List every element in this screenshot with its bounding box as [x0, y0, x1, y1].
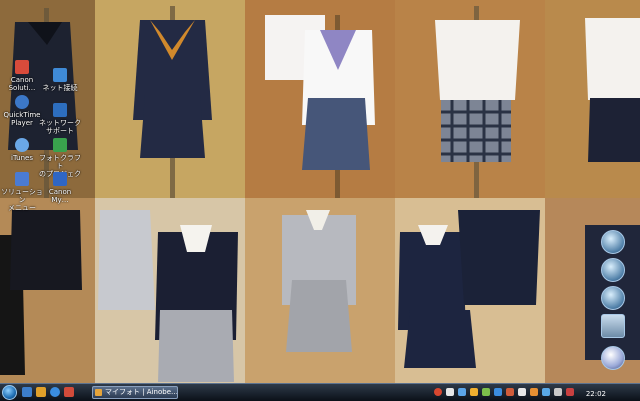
- tray-app-icon[interactable]: [482, 388, 490, 396]
- tray-network-icon[interactable]: [494, 388, 502, 396]
- taskbar: マイフォト | Ainobe… 22:02: [0, 383, 640, 401]
- tray-volume-icon[interactable]: [554, 388, 562, 396]
- tray-alert-icon[interactable]: [434, 388, 442, 396]
- quick-launch-icon[interactable]: [64, 387, 74, 397]
- start-button[interactable]: [2, 385, 17, 400]
- internet-explorer-icon[interactable]: [50, 387, 60, 397]
- canon-my-glyph-icon: [53, 172, 67, 186]
- task-label: マイフォト | Ainobe…: [105, 388, 178, 396]
- photo-glyph-icon: [53, 138, 67, 152]
- taskbar-clock[interactable]: 22:02: [586, 388, 606, 401]
- tray-folder-icon[interactable]: [470, 388, 478, 396]
- tray-security-icon[interactable]: [506, 388, 514, 396]
- desktop-icon-area: Canon Soluti… QuickTime Player iTunes ソリ…: [0, 0, 100, 220]
- tray-update-icon[interactable]: [530, 388, 538, 396]
- icon-label: Canon My…: [48, 188, 72, 204]
- gadget-photo-icon[interactable]: [601, 230, 625, 254]
- network-support-glyph-icon: [53, 103, 67, 117]
- folder-icon: [95, 389, 102, 396]
- network-icon[interactable]: ネット接続: [38, 68, 82, 92]
- canon-my-icon[interactable]: Canon My…: [38, 172, 82, 204]
- sidebar-gadgets: [596, 222, 632, 372]
- gadget-feed-icon[interactable]: [601, 286, 625, 310]
- canon-solution-glyph-icon: [15, 60, 29, 74]
- tray-help-icon[interactable]: [458, 388, 466, 396]
- gadget-clock-icon[interactable]: [601, 346, 625, 370]
- icon-label: ネットワーク サポート: [39, 119, 81, 135]
- taskbar-task-button[interactable]: マイフォト | Ainobe…: [92, 386, 178, 399]
- network-support-icon[interactable]: ネットワーク サポート: [38, 103, 82, 135]
- switch-windows-icon[interactable]: [36, 387, 46, 397]
- tray-ime-icon[interactable]: [446, 388, 454, 396]
- show-desktop-icon[interactable]: [22, 387, 32, 397]
- gadget-weather-icon[interactable]: [601, 258, 625, 282]
- tray-bluetooth-icon[interactable]: [542, 388, 550, 396]
- network-glyph-icon: [53, 68, 67, 82]
- tray-speaker-icon[interactable]: [518, 388, 526, 396]
- itunes-glyph-icon: [15, 138, 29, 152]
- solution-menu-glyph-icon: [15, 172, 29, 186]
- gadget-calendar-icon[interactable]: [601, 314, 625, 338]
- system-tray: 22:02: [430, 386, 610, 399]
- quicktime-glyph-icon: [15, 95, 29, 109]
- icon-label: ネット接続: [42, 84, 78, 92]
- tray-power-icon[interactable]: [566, 388, 574, 396]
